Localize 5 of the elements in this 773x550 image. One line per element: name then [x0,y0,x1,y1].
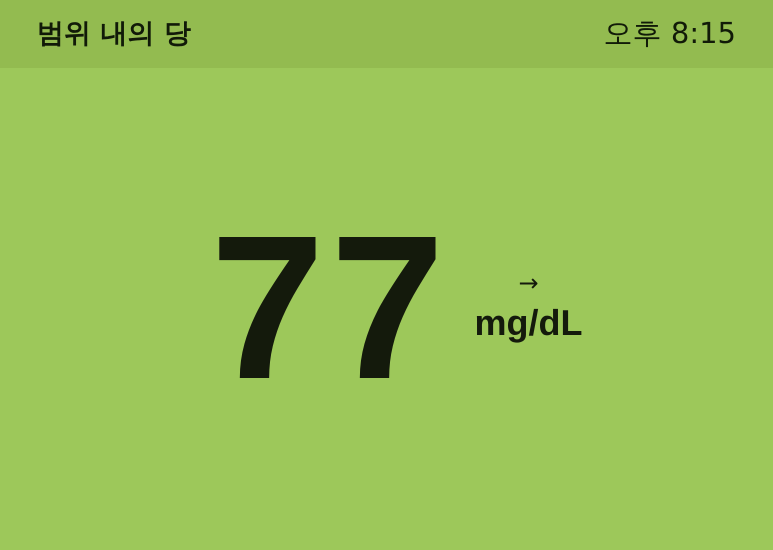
glucose-value: 77 [210,223,451,393]
trend-arrow: → [518,271,539,295]
unit-label: mg/dL [474,303,582,343]
time-label: 오후 8:15 [604,15,736,52]
status-title: 범위 내의 당 [37,16,191,51]
